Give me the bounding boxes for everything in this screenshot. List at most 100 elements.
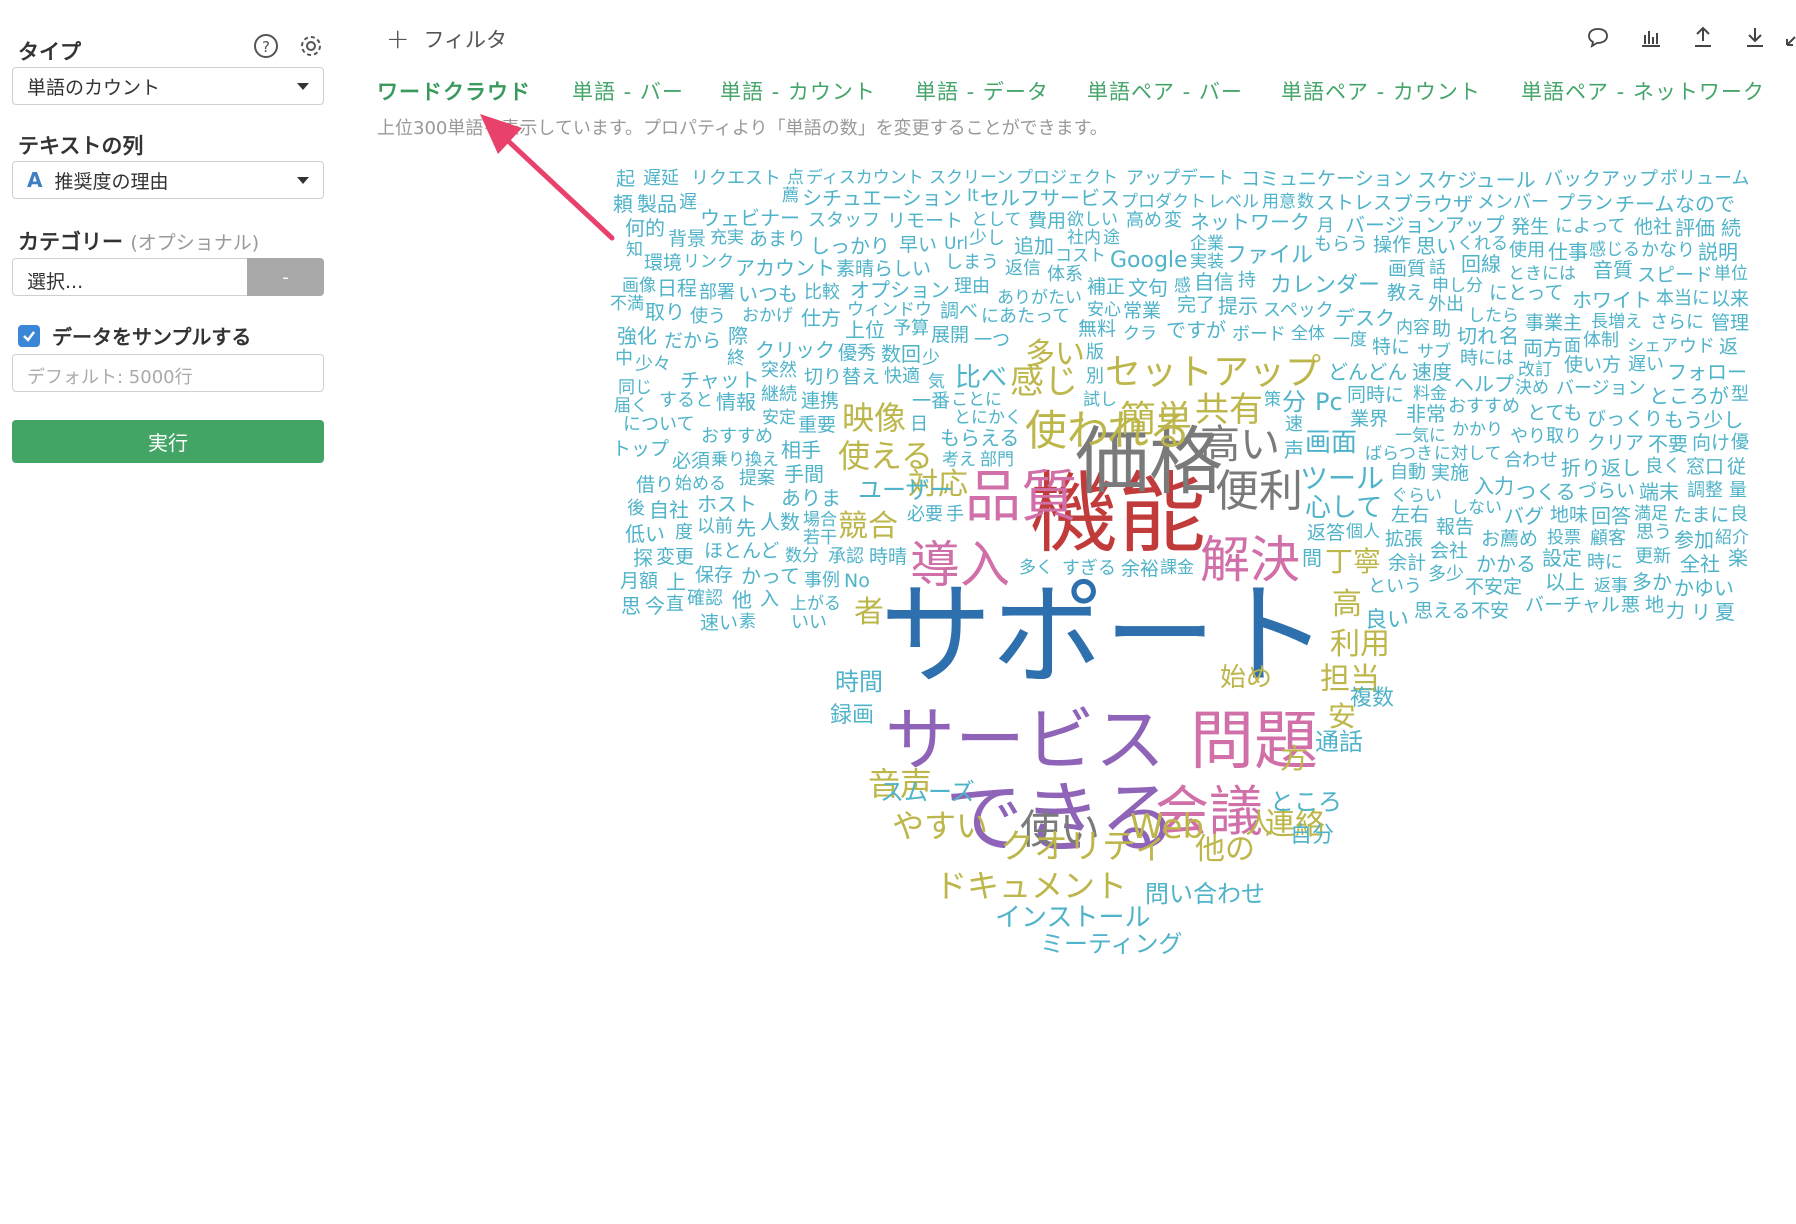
cloud-word: 人 <box>1245 807 1274 840</box>
cloud-word: 面 <box>1564 336 1581 356</box>
cloud-word: 欲しい <box>1067 210 1118 230</box>
cloud-word: 部門 <box>980 450 1014 470</box>
cloud-word: に対して <box>1434 444 1502 464</box>
cloud-word: 若干 <box>803 528 837 548</box>
cloud-word: 後 <box>627 498 645 519</box>
cloud-word: 先 <box>736 516 756 540</box>
text-type-icon: A <box>27 168 43 192</box>
type-select[interactable]: 単語のカウント <box>12 67 324 105</box>
cloud-word: 多少 <box>1428 564 1464 585</box>
cloud-word: 時間 <box>835 668 883 696</box>
cloud-word: どんどん <box>1328 360 1408 384</box>
cloud-word: ツール <box>1300 462 1385 495</box>
download-icon[interactable] <box>1740 22 1770 52</box>
cloud-word: 参加 <box>1674 528 1714 552</box>
cloud-word: クラ <box>1123 324 1157 344</box>
cloud-word: 途 <box>1103 228 1120 248</box>
cloud-word: 少し <box>969 228 1005 249</box>
help-icon[interactable]: ? <box>252 32 280 60</box>
cloud-word: 借り <box>636 474 675 496</box>
cloud-word: 起 <box>616 168 636 190</box>
cloud-word: 事業主 <box>1525 312 1583 334</box>
cloud-word: つくる <box>1516 480 1576 504</box>
chevron-down-icon <box>297 83 309 90</box>
sample-row: データをサンプルする <box>18 321 251 350</box>
tab-word-data[interactable]: 単語 - データ <box>915 76 1049 106</box>
cloud-word: 使う <box>690 306 726 327</box>
cloud-word: 力 <box>1666 600 1686 622</box>
gear-icon[interactable] <box>297 32 325 60</box>
cloud-word: リモート <box>887 210 964 232</box>
cloud-word: 余計 <box>1388 552 1427 574</box>
tab-word-pair-count[interactable]: 単語ペア - カウント <box>1281 76 1481 106</box>
cloud-word: 環境 <box>644 252 683 274</box>
cloud-word: 両方 <box>1523 336 1563 360</box>
cloud-word: 使い方 <box>1564 354 1622 376</box>
cloud-word: 簡単 <box>1120 399 1193 440</box>
cloud-word: 料金 <box>1413 384 1447 404</box>
cloud-word: 必須 <box>672 450 711 472</box>
cloud-word: 低い <box>625 522 665 546</box>
sample-size-input[interactable]: デフォルト: 5000行 <box>12 354 324 392</box>
cloud-word: デスク <box>1335 306 1395 330</box>
cloud-word: 月額 <box>620 570 659 592</box>
tab-word-bar[interactable]: 単語 - バー <box>572 76 684 106</box>
cloud-word: 何的 <box>625 216 665 240</box>
upload-icon[interactable] <box>1688 22 1718 52</box>
cloud-word: Web <box>1130 807 1205 847</box>
cloud-word: 間 <box>1302 546 1322 570</box>
sample-label: データをサンプルする <box>52 325 252 349</box>
cloud-word: リンク <box>683 252 734 272</box>
cloud-word: 不満 <box>610 294 644 314</box>
cloud-word: 実施 <box>1431 462 1470 484</box>
cloud-word: 自動 <box>1390 462 1426 483</box>
tab-word-cloud[interactable]: ワードクラウド <box>377 76 531 106</box>
cloud-word: カレンダー <box>1270 273 1381 298</box>
cloud-word: 窓口 <box>1686 456 1725 478</box>
cloud-word: 以来 <box>1711 288 1750 310</box>
cloud-word: 企業 <box>1190 234 1224 254</box>
sample-checkbox[interactable] <box>18 324 40 347</box>
text-column-select[interactable]: A 推奨度の理由 <box>12 161 324 199</box>
cloud-word: 満足 <box>1634 504 1668 524</box>
tab-word-count[interactable]: 単語 - カウント <box>720 76 876 106</box>
cloud-word: アップデート <box>1126 168 1234 189</box>
cloud-word: 拡張 <box>1385 528 1424 550</box>
cloud-word: だから <box>664 330 722 352</box>
category-clear-button[interactable]: - <box>247 258 324 296</box>
plus-icon: + <box>386 22 410 55</box>
cloud-word: 日 <box>910 414 928 435</box>
cloud-word: 返信 <box>1005 258 1041 279</box>
cloud-word: 策 <box>1264 390 1281 410</box>
cloud-word: セルフサービス <box>980 186 1120 210</box>
cloud-word: 画質 <box>1388 258 1427 280</box>
cloud-word: 仕事 <box>1548 240 1588 264</box>
type-select-value: 単語のカウント <box>27 76 161 99</box>
expand-icon[interactable] <box>1780 22 1796 52</box>
comment-icon[interactable] <box>1583 22 1613 52</box>
cloud-word: 充実 <box>710 228 744 248</box>
cloud-word: 全体 <box>1291 324 1325 344</box>
cloud-word: ありがたい <box>997 288 1082 308</box>
cloud-word: 始める <box>675 474 726 494</box>
cloud-word: かなり <box>1641 240 1695 261</box>
cloud-word: 分 <box>1282 388 1306 416</box>
cloud-word: 快適 <box>884 366 920 387</box>
chart-icon[interactable] <box>1636 22 1666 52</box>
cloud-word: 実装 <box>1190 252 1224 272</box>
cloud-word: かかり <box>1452 420 1503 440</box>
run-button[interactable]: 実行 <box>12 420 324 463</box>
cloud-word: したら <box>1468 306 1519 326</box>
cloud-word: 仕方 <box>801 306 841 330</box>
cloud-word: 思い <box>1416 234 1456 258</box>
filter-button[interactable]: + フィルタ <box>386 22 507 55</box>
cloud-word: とても <box>1527 402 1583 424</box>
cloud-word: 部署 <box>699 282 735 303</box>
cloud-word: おすすめ <box>1448 396 1520 417</box>
category-select[interactable]: 選択... <box>12 258 247 296</box>
cloud-word: 投票 <box>1547 528 1581 548</box>
cloud-word: 通話 <box>1315 728 1363 756</box>
tab-word-pair-bar[interactable]: 単語ペア - バー <box>1087 76 1243 106</box>
tab-word-pair-network[interactable]: 単語ペア - ネットワーク <box>1521 76 1765 106</box>
category-row: 選択... - <box>12 258 324 296</box>
